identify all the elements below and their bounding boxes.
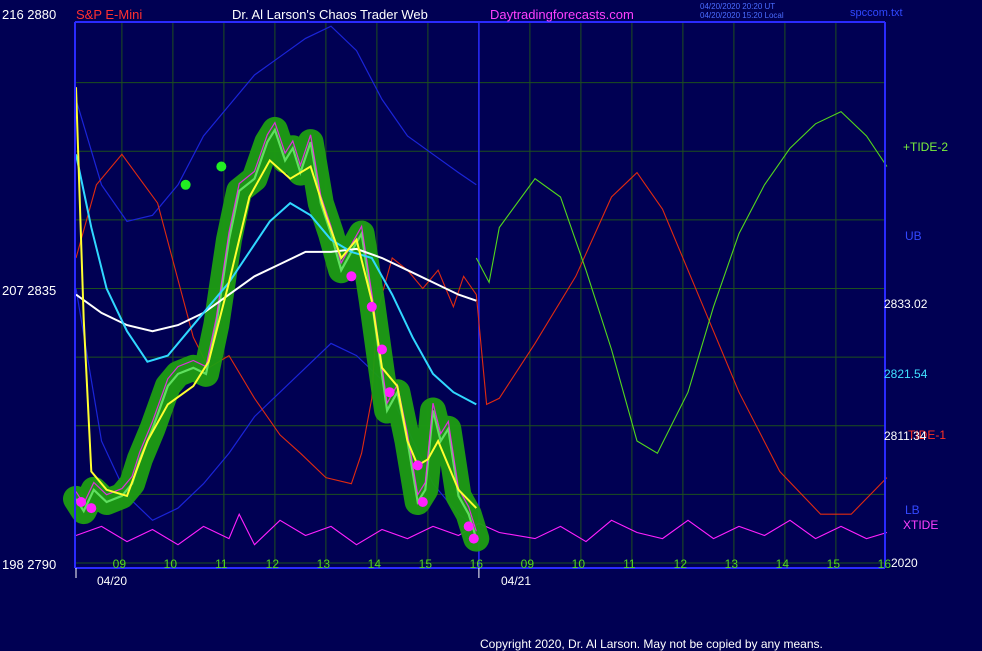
site-link[interactable]: Daytradingforecasts.com bbox=[490, 8, 634, 22]
hour-tick-label: 11 bbox=[215, 557, 228, 571]
pivot-low-dot bbox=[468, 533, 479, 544]
hour-tick-label: 12 bbox=[674, 557, 688, 571]
pivot-low-dot bbox=[417, 497, 428, 507]
tide2-line bbox=[475, 110, 888, 454]
timestamp-utc: 04/20/2020 20:20 UT bbox=[700, 2, 776, 11]
pivot-high-dot bbox=[216, 161, 227, 172]
copyright-notice: Copyright 2020, Dr. Al Larson. May not b… bbox=[480, 637, 823, 651]
timestamp-local: 04/20/2020 15:20 Local bbox=[700, 11, 784, 20]
glow-layer bbox=[63, 116, 490, 552]
label-xtide: XTIDE bbox=[903, 518, 939, 532]
bands-layer bbox=[75, 25, 888, 546]
hour-tick-label: 10 bbox=[164, 557, 178, 571]
label-upper-band: UB bbox=[905, 229, 922, 243]
left-bottom-tick: 198 2790 bbox=[2, 557, 57, 572]
pivot-low-dot bbox=[463, 521, 474, 532]
tide1-line bbox=[75, 153, 888, 515]
label-year: 2020 bbox=[891, 556, 918, 570]
pivot-low-dot bbox=[76, 497, 87, 507]
left-mid-tick: 207 2835 bbox=[2, 283, 57, 298]
last-white: 2833.02 bbox=[884, 297, 928, 311]
symbol-title: S&P E-Mini bbox=[76, 7, 143, 22]
pivot-low-dot bbox=[366, 301, 377, 312]
last-cyan: 2821.54 bbox=[884, 367, 928, 381]
chart-grid bbox=[75, 22, 885, 568]
label-tide2: +TIDE-2 bbox=[903, 140, 949, 154]
date-label-day1: 04/20 bbox=[97, 574, 128, 588]
price-glow bbox=[63, 116, 490, 552]
hour-tick-label: 11 bbox=[623, 557, 636, 571]
hour-tick-label: 12 bbox=[266, 557, 280, 571]
pivot-low-dot bbox=[412, 460, 423, 471]
hour-tick-label: 16 bbox=[470, 557, 484, 571]
hour-tick-label: 14 bbox=[368, 557, 382, 571]
hour-tick-label: 13 bbox=[725, 557, 739, 571]
hour-tick-label: 16 bbox=[878, 557, 892, 571]
data-file-name: spccom.txt bbox=[850, 7, 903, 19]
hour-tick-label: 14 bbox=[776, 557, 790, 571]
last-yellow: 2811.34 bbox=[884, 429, 927, 443]
pivot-low-dot bbox=[86, 503, 97, 514]
label-lower-band: LB bbox=[905, 503, 920, 517]
pivot-low-dot bbox=[346, 271, 357, 282]
hour-tick-label: 15 bbox=[827, 557, 841, 571]
pivot-high-dot bbox=[180, 179, 191, 190]
pivot-low-dot bbox=[384, 387, 395, 398]
cyan-average-line bbox=[75, 154, 477, 406]
hour-tick-label: 15 bbox=[419, 557, 433, 571]
chart-title: Dr. Al Larson's Chaos Trader Web bbox=[232, 7, 428, 22]
price-chart: 09 10 11 12 13 14 15 16 09 10 11 12 13 14 15 16 bbox=[63, 21, 892, 578]
date-label-day2: 04/21 bbox=[501, 574, 532, 588]
hour-tick-label: 09 bbox=[521, 557, 535, 571]
pivot-low-dot bbox=[377, 344, 387, 355]
hour-tick-label: 10 bbox=[572, 557, 586, 571]
left-top-tick: 216 2880 bbox=[2, 7, 57, 22]
hour-tick-label: 13 bbox=[317, 557, 331, 571]
hour-tick-label: 09 bbox=[113, 557, 127, 571]
white-average-line bbox=[75, 247, 477, 333]
